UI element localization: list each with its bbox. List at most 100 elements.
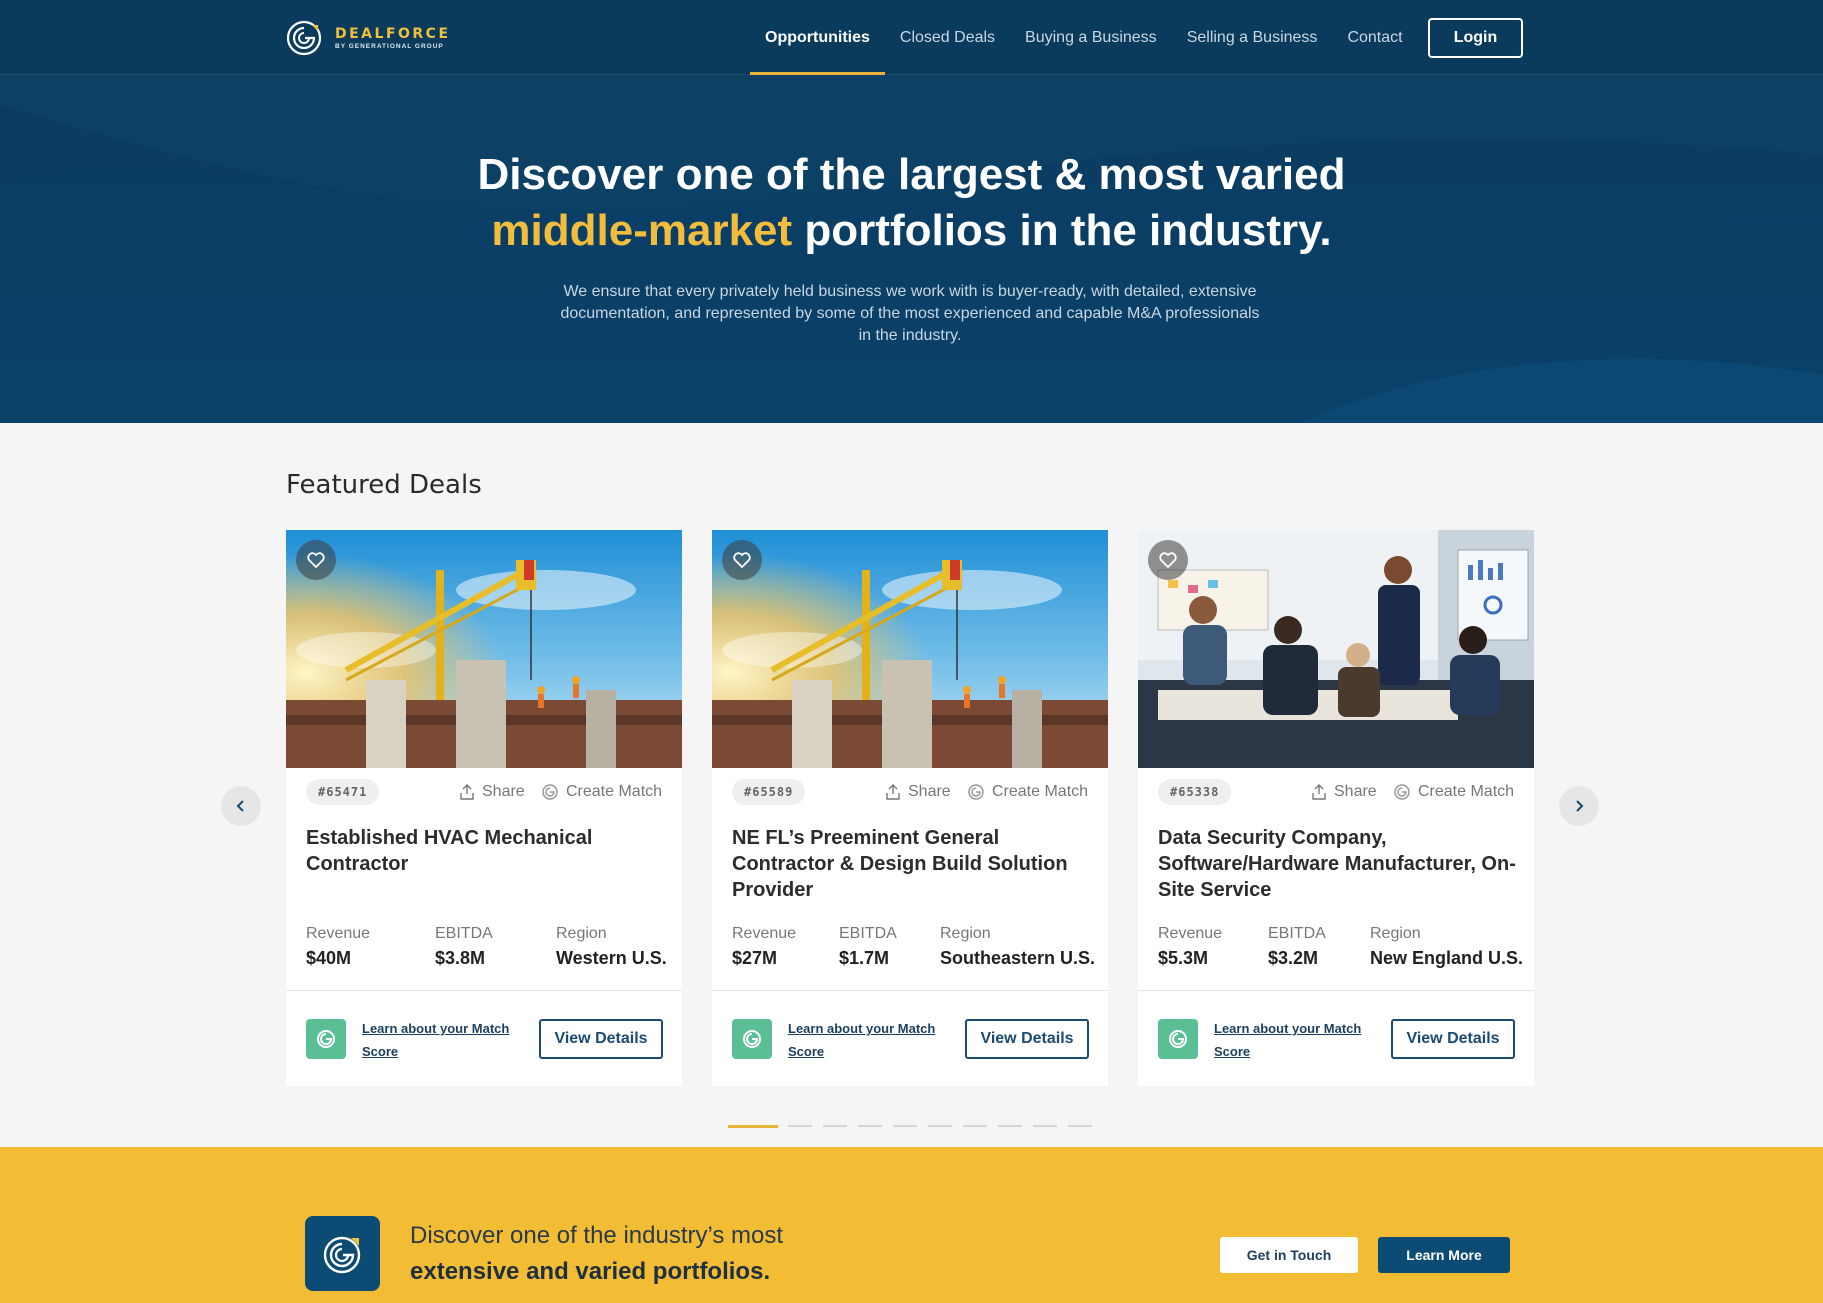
nav-selling-a-business[interactable]: Selling a Business: [1187, 0, 1318, 75]
card-divider: [712, 990, 1108, 991]
get-in-touch-button[interactable]: Get in Touch: [1220, 1237, 1358, 1273]
favorite-button[interactable]: [296, 540, 336, 580]
region-value: Western U.S.: [556, 948, 667, 968]
ebitda-value: $3.2M: [1268, 948, 1319, 968]
learn-more-button[interactable]: Learn More: [1378, 1237, 1510, 1273]
ebitda-label: EBITDA: [1268, 925, 1326, 942]
site-header: DEALFORCE BY GENERATIONAL GROUP Opportun…: [0, 0, 1823, 75]
share-icon: [1312, 784, 1326, 800]
deal-card[interactable]: #65338 Share Create Match Data Security …: [1138, 530, 1534, 1086]
pagination-dot[interactable]: [963, 1125, 987, 1127]
share-icon: [460, 784, 474, 800]
match-g-icon: [968, 784, 984, 800]
share-icon: [886, 784, 900, 800]
revenue-label: Revenue: [732, 925, 797, 942]
favorite-button[interactable]: [1148, 540, 1188, 580]
hero-title-line1: Discover one of the largest & most varie…: [477, 150, 1346, 199]
revenue-label: Revenue: [306, 925, 371, 942]
share-label: Share: [1334, 783, 1377, 800]
deal-image-construction: [286, 530, 682, 768]
ebitda-label: EBITDA: [435, 925, 493, 942]
match-score-icon: [306, 1019, 346, 1059]
deal-title[interactable]: NE FL’s Preeminent General Contractor & …: [732, 825, 1092, 903]
match-g-icon: [542, 784, 558, 800]
pagination-dot[interactable]: [788, 1125, 812, 1127]
create-match-label: Create Match: [992, 783, 1089, 800]
ebitda-label: EBITDA: [839, 925, 897, 942]
deal-card[interactable]: #65589 Share Create Match NE FL’s Preemi…: [712, 530, 1108, 1086]
nav-buying-a-business[interactable]: Buying a Business: [1025, 0, 1157, 75]
revenue-value: $5.3M: [1158, 948, 1209, 968]
view-details-button[interactable]: View Details: [1391, 1019, 1515, 1059]
pagination-dot-active[interactable]: [728, 1125, 778, 1128]
ebitda-value: $1.7M: [839, 948, 890, 968]
revenue-value: $40M: [306, 948, 352, 968]
favorite-button[interactable]: [722, 540, 762, 580]
pagination-dot[interactable]: [1068, 1125, 1092, 1127]
nav-contact[interactable]: Contact: [1347, 0, 1402, 75]
carousel-next-button[interactable]: [1559, 786, 1599, 826]
view-details-button[interactable]: View Details: [539, 1019, 663, 1059]
cta-logo-icon: [305, 1216, 380, 1291]
share-button[interactable]: Share: [886, 781, 951, 803]
region-label: Region: [556, 925, 607, 942]
share-button[interactable]: Share: [460, 781, 525, 803]
heart-icon: [307, 552, 325, 568]
deal-title[interactable]: Established HVAC Mechanical Contractor: [306, 825, 666, 877]
deal-id-badge: #65471: [306, 779, 380, 805]
create-match-button[interactable]: Create Match: [542, 781, 662, 803]
ebitda-value: $3.8M: [435, 948, 486, 968]
cta-text-line1: Discover one of the industry’s most: [410, 1222, 784, 1249]
nav-opportunities[interactable]: Opportunities: [750, 0, 885, 75]
hero-title-rest: portfolios in the industry.: [792, 206, 1332, 255]
share-label: Share: [482, 783, 525, 800]
pagination-dot[interactable]: [858, 1125, 882, 1127]
match-score-icon: [732, 1019, 772, 1059]
nav-closed-deals[interactable]: Closed Deals: [900, 0, 995, 75]
create-match-button[interactable]: Create Match: [968, 781, 1088, 803]
revenue-label: Revenue: [1158, 925, 1223, 942]
create-match-button[interactable]: Create Match: [1394, 781, 1514, 803]
match-g-icon: [1394, 784, 1410, 800]
hero-title-accent: middle-market: [491, 206, 793, 255]
region-label: Region: [940, 925, 991, 942]
match-score-link[interactable]: Learn about your Match Score: [788, 1017, 958, 1063]
create-match-label: Create Match: [566, 783, 663, 800]
carousel-pagination: [728, 1125, 1103, 1128]
deal-image-construction: [712, 530, 1108, 768]
match-score-link[interactable]: Learn about your Match Score: [1214, 1017, 1384, 1063]
pagination-dot[interactable]: [823, 1125, 847, 1127]
view-details-button[interactable]: View Details: [965, 1019, 1089, 1059]
carousel-prev-button[interactable]: [221, 786, 261, 826]
hero-section: Discover one of the largest & most varie…: [0, 75, 1823, 423]
deal-id-badge: #65589: [732, 779, 806, 805]
logo-sub-text: BY GENERATIONAL GROUP: [335, 42, 444, 50]
deal-title[interactable]: Data Security Company, Software/Hardware…: [1158, 825, 1518, 903]
logo-g-icon: [285, 19, 323, 57]
create-match-label: Create Match: [1418, 783, 1515, 800]
cta-text-line2: extensive and varied portfolios.: [410, 1258, 771, 1285]
match-score-link[interactable]: Learn about your Match Score: [362, 1017, 532, 1063]
hero-title-line2: middle-market portfolios in the industry…: [0, 203, 1823, 259]
pagination-dot[interactable]: [893, 1125, 917, 1127]
login-button[interactable]: Login: [1428, 18, 1523, 58]
pagination-dot[interactable]: [998, 1125, 1022, 1127]
hero-description: We ensure that every privately held busi…: [560, 283, 1260, 344]
dealforce-logo[interactable]: DEALFORCE BY GENERATIONAL GROUP: [285, 20, 465, 56]
chevron-right-icon: [1576, 800, 1584, 812]
share-label: Share: [908, 783, 951, 800]
card-divider: [286, 990, 682, 991]
share-button[interactable]: Share: [1312, 781, 1377, 803]
region-value: New England U.S.: [1370, 948, 1524, 968]
hero-title: Discover one of the largest & most varie…: [0, 147, 1823, 259]
deal-id-badge: #65338: [1158, 779, 1232, 805]
featured-deals-title: Featured Deals: [286, 470, 482, 500]
region-label: Region: [1370, 925, 1421, 942]
match-score-icon: [1158, 1019, 1198, 1059]
deal-card[interactable]: #65471 Share Create Match Established HV…: [286, 530, 682, 1086]
pagination-dot[interactable]: [928, 1125, 952, 1127]
logo-brand-text: DEALFORCE: [335, 25, 451, 42]
main-nav: Opportunities Closed Deals Buying a Busi…: [750, 0, 1433, 75]
pagination-dot[interactable]: [1033, 1125, 1057, 1127]
card-divider: [1138, 990, 1534, 991]
